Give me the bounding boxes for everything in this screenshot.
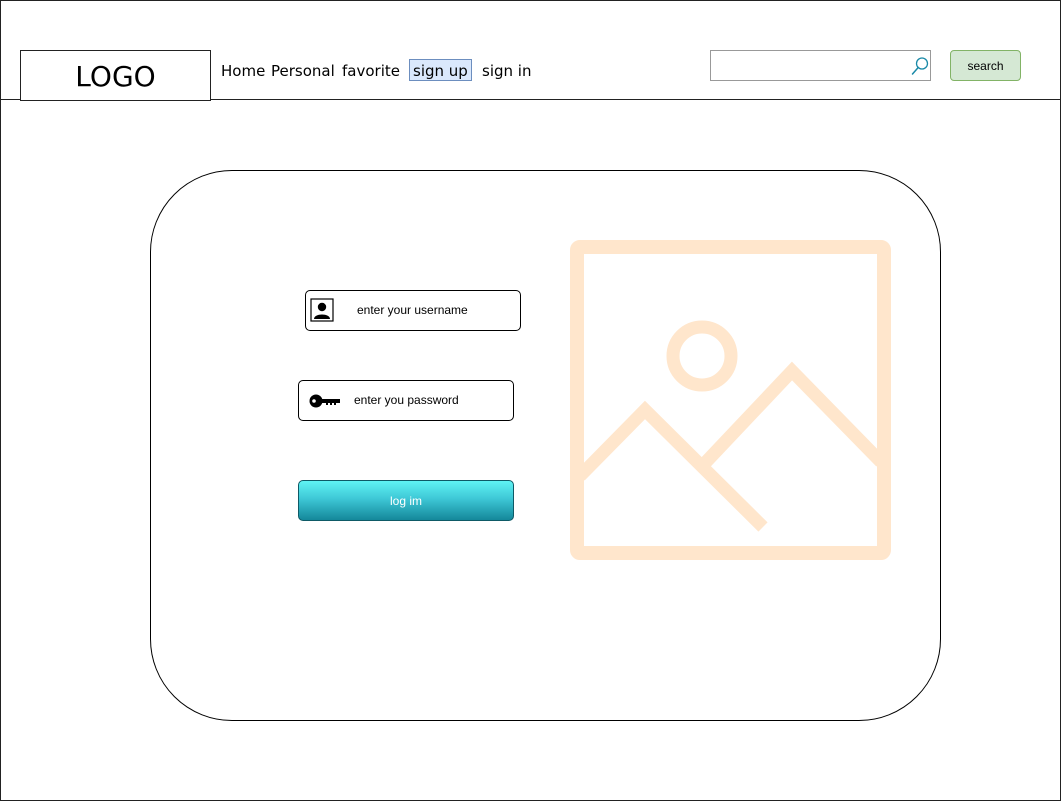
nav-home[interactable]: Home xyxy=(221,60,265,82)
nav-sign-up[interactable]: sign up xyxy=(409,59,472,81)
search-box xyxy=(710,50,931,81)
login-button[interactable]: log im xyxy=(298,480,514,521)
logo-text: LOGO xyxy=(75,60,156,93)
username-field[interactable]: enter your username xyxy=(305,290,521,331)
username-placeholder: enter your username xyxy=(357,303,468,317)
logo[interactable]: LOGO xyxy=(20,50,211,101)
nav-personal[interactable]: Personal xyxy=(271,60,335,82)
search-icon[interactable] xyxy=(910,56,930,76)
login-button-label: log im xyxy=(389,493,422,508)
search-input[interactable] xyxy=(715,55,905,77)
image-placeholder-icon xyxy=(570,240,891,560)
password-field[interactable]: enter you password xyxy=(298,380,514,421)
search-button[interactable]: search xyxy=(950,50,1021,81)
search-button-label: search xyxy=(967,58,1004,73)
user-icon xyxy=(310,298,334,322)
nav-sign-in[interactable]: sign in xyxy=(482,60,531,82)
key-icon xyxy=(309,394,340,408)
password-placeholder: enter you password xyxy=(354,393,459,407)
nav-favorite[interactable]: favorite xyxy=(342,60,400,82)
